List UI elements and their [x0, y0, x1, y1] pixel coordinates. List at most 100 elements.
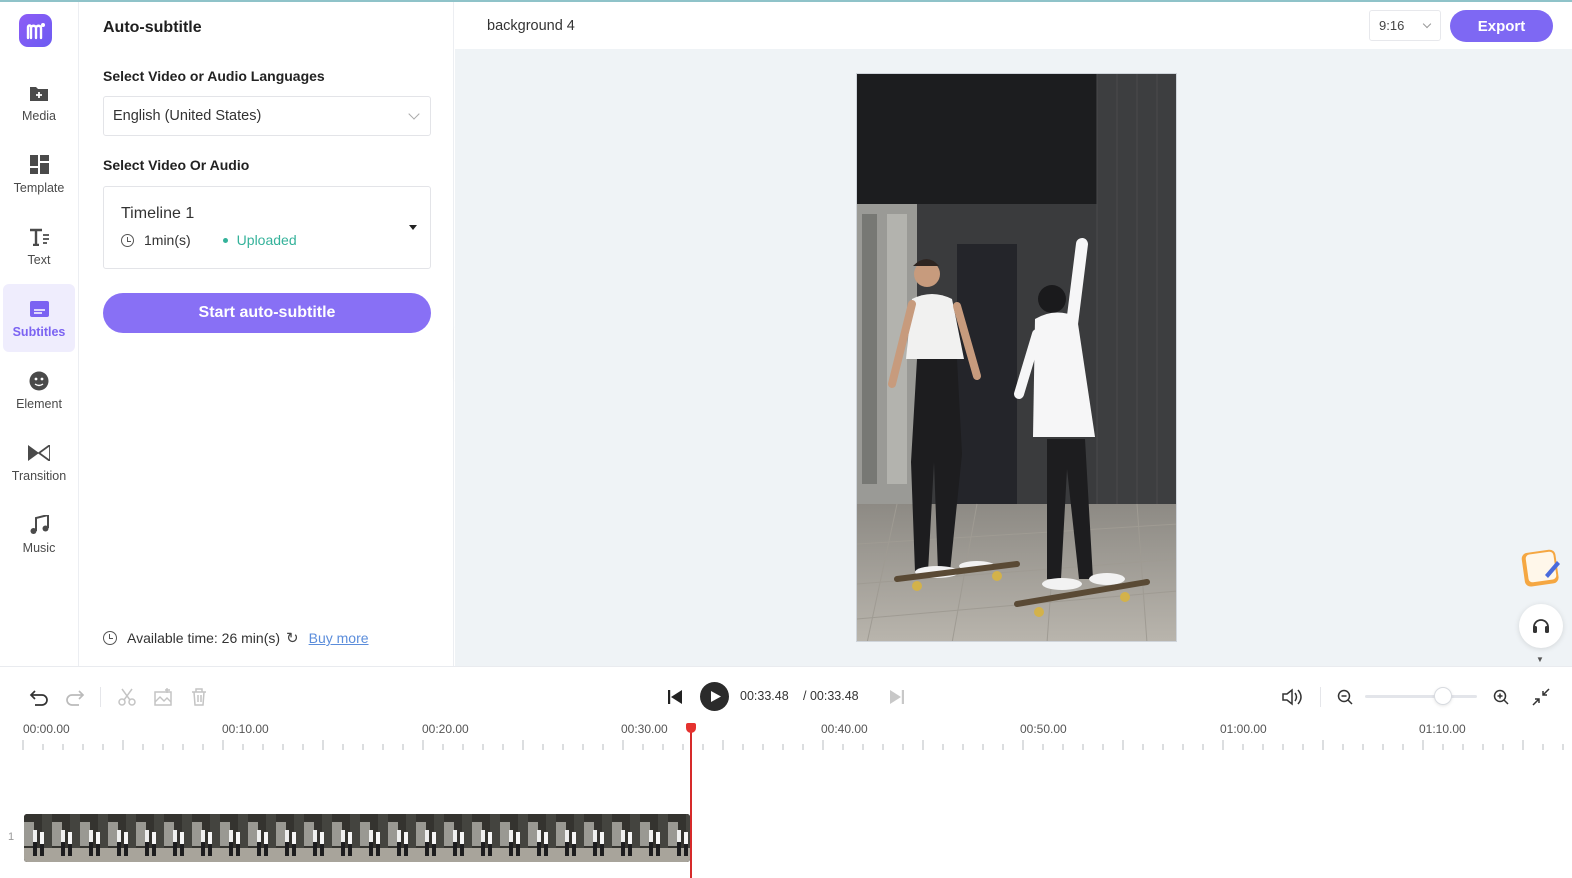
clip-thumbnail	[612, 814, 640, 862]
auto-subtitle-panel: Auto-subtitle Select Video or Audio Lang…	[80, 2, 454, 666]
media-add-icon	[28, 82, 50, 104]
clip-thumbnail	[52, 814, 80, 862]
element-icon	[28, 370, 50, 392]
project-name[interactable]: background 4	[487, 18, 575, 34]
clock-icon	[121, 233, 134, 247]
toolbar-divider	[100, 687, 101, 707]
rail-label-template: Template	[13, 180, 65, 195]
total-time: / 00:33.48	[803, 689, 859, 703]
language-select-value: English (United States)	[113, 108, 262, 124]
rail-item-media[interactable]: Media	[3, 68, 75, 136]
clip-thumbnail	[444, 814, 472, 862]
current-time: 00:33.48	[740, 689, 789, 703]
rail-label-music: Music	[22, 540, 56, 555]
clip-thumbnail	[472, 814, 500, 862]
rail-label-text: Text	[27, 252, 51, 267]
zoom-slider-handle[interactable]	[1434, 687, 1452, 705]
play-button[interactable]	[700, 682, 729, 711]
rail-item-template[interactable]: Template	[3, 140, 75, 208]
clip-thumbnail	[360, 814, 388, 862]
playhead-handle[interactable]	[686, 723, 696, 733]
toolbar-divider	[1320, 687, 1321, 707]
rail-item-text[interactable]: Text	[3, 212, 75, 280]
editor-header: background 4 9:16 Export	[455, 2, 1572, 49]
clip-thumbnail	[304, 814, 332, 862]
clip-thumbnail	[556, 814, 584, 862]
volume-icon[interactable]	[1280, 685, 1304, 709]
clip-thumbnail	[108, 814, 136, 862]
rail-item-transition[interactable]: Transition	[3, 428, 75, 496]
rail-label-media: Media	[21, 108, 57, 123]
split-scissors-icon[interactable]	[115, 685, 139, 709]
time-ruler[interactable]: 00:00.00 00:10.00 00:20.00 00:30.00 00:4…	[0, 722, 1572, 752]
language-select[interactable]: English (United States)	[103, 96, 431, 136]
left-nav-rail: Media Template Text Subtitles Element Tr…	[0, 2, 79, 666]
subtitles-icon	[28, 298, 50, 320]
delete-trash-icon[interactable]	[187, 685, 211, 709]
available-time-text: Available time: 26 min(s)	[127, 630, 281, 646]
skip-to-end-icon[interactable]	[885, 685, 909, 709]
source-select[interactable]: Timeline 1 1min(s) Uploaded	[103, 186, 431, 269]
rail-item-subtitles[interactable]: Subtitles	[3, 284, 75, 352]
track-number: 1	[8, 831, 15, 843]
aspect-ratio-value: 9:16	[1379, 18, 1405, 33]
source-status: Uploaded	[222, 232, 297, 248]
aspect-ratio-select[interactable]: 9:16	[1369, 10, 1441, 41]
clip-thumbnail	[24, 814, 52, 862]
clip-thumbnail	[640, 814, 668, 862]
chevron-down-icon	[1422, 19, 1432, 29]
video-clip[interactable]	[24, 814, 690, 862]
clip-thumbnail	[192, 814, 220, 862]
support-headset-icon[interactable]	[1519, 604, 1563, 648]
chevron-down-icon	[408, 108, 420, 120]
clock-icon	[103, 631, 117, 645]
logo-m-icon[interactable]	[19, 14, 52, 47]
available-time: Available time: 26 min(s) ↻ Buy more	[103, 629, 369, 647]
clip-thumbnail	[528, 814, 556, 862]
redo-icon[interactable]	[63, 685, 87, 709]
notes-floating-icon[interactable]	[1519, 545, 1563, 589]
clip-thumbnail	[136, 814, 164, 862]
source-label: Select Video Or Audio	[103, 157, 250, 173]
skip-to-start-icon[interactable]	[663, 685, 687, 709]
clip-thumbnail	[584, 814, 612, 862]
crop-image-icon[interactable]	[151, 685, 175, 709]
undo-icon[interactable]	[27, 685, 51, 709]
clip-thumbnail	[500, 814, 528, 862]
clip-thumbnail	[276, 814, 304, 862]
source-meta: 1min(s) Uploaded	[121, 232, 297, 248]
clip-thumbnail	[164, 814, 192, 862]
template-grid-icon	[28, 154, 50, 176]
clip-thumbnail	[388, 814, 416, 862]
clip-thumbnail	[668, 814, 690, 862]
playhead[interactable]	[690, 729, 692, 878]
rail-label-element: Element	[16, 396, 62, 411]
music-icon	[28, 514, 50, 536]
start-auto-subtitle-button[interactable]: Start auto-subtitle	[103, 293, 431, 333]
status-dot	[222, 237, 228, 243]
text-icon	[28, 226, 50, 248]
video-preview[interactable]	[856, 73, 1177, 642]
zoom-out-icon[interactable]	[1333, 685, 1357, 709]
refresh-icon[interactable]: ↻	[286, 629, 299, 647]
rail-item-element[interactable]: Element	[3, 356, 75, 424]
rail-item-music[interactable]: Music	[3, 500, 75, 568]
ruler-ticks	[22, 740, 1564, 750]
fit-collapse-icon[interactable]	[1529, 685, 1553, 709]
clip-thumbnail	[80, 814, 108, 862]
preview-area: ▼	[455, 49, 1572, 666]
source-name: Timeline 1	[121, 205, 195, 222]
clip-thumbnails	[24, 814, 690, 862]
export-button[interactable]: Export	[1450, 10, 1553, 42]
clip-thumbnail	[332, 814, 360, 862]
source-status-text: Uploaded	[236, 232, 297, 248]
buy-more-link[interactable]: Buy more	[309, 630, 369, 646]
timeline-area: 00:33.48 / 00:33.48 00:00.00 00:10.00 00…	[0, 666, 1572, 878]
zoom-in-icon[interactable]	[1489, 685, 1513, 709]
transition-icon	[28, 442, 50, 464]
zoom-slider-track[interactable]	[1365, 695, 1477, 698]
video-frame-image	[857, 74, 1176, 641]
expand-more-icon[interactable]: ▼	[1536, 655, 1544, 664]
clip-thumbnail	[220, 814, 248, 862]
clip-thumbnail	[248, 814, 276, 862]
